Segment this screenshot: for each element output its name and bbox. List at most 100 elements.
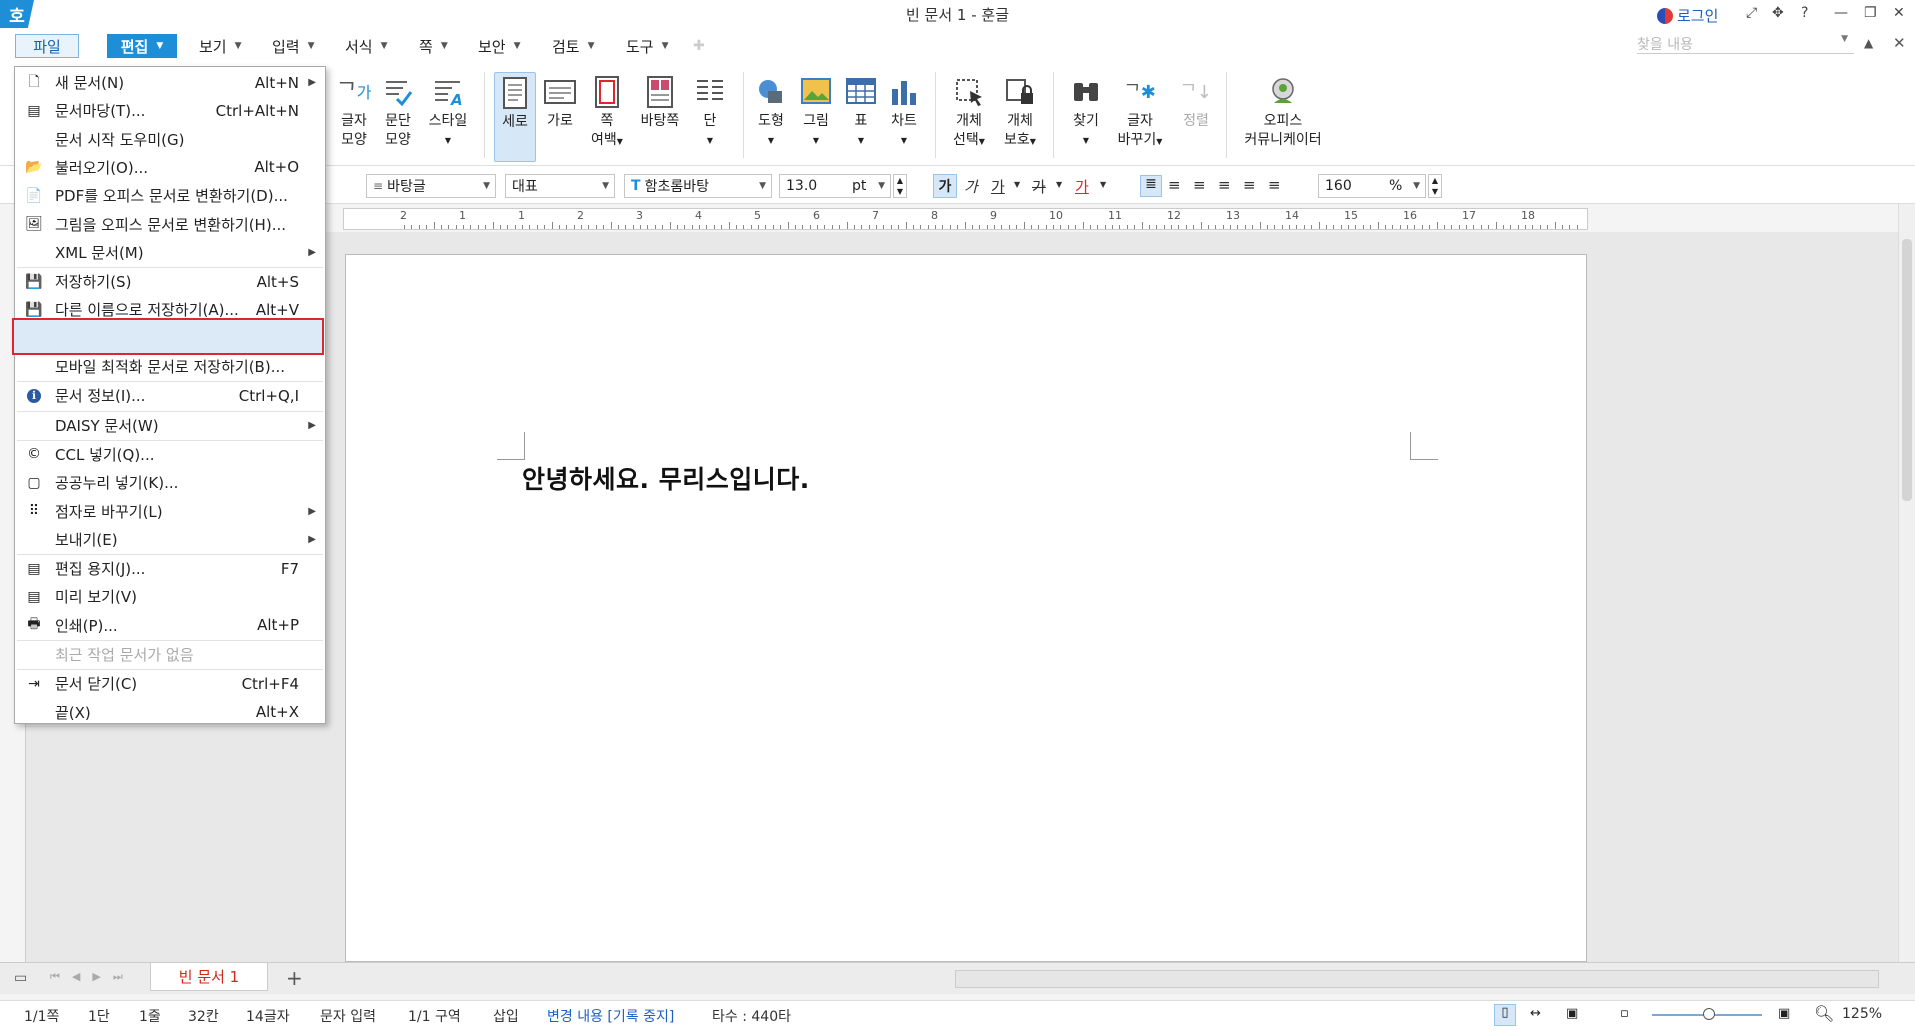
- file-menu-item[interactable]: 모바일 최적화 문서로 저장하기(B)...: [15, 353, 325, 380]
- minimize-icon[interactable]: —: [1834, 5, 1848, 21]
- file-menu-item[interactable]: XML 문서(M) ▶: [15, 239, 325, 266]
- divide-button[interactable]: ≡: [1268, 176, 1281, 194]
- close-icon[interactable]: ✕: [1893, 5, 1905, 21]
- zoom-level[interactable]: 125%: [1842, 1006, 1882, 1022]
- language-select[interactable]: 대표 ▼: [505, 174, 615, 198]
- columns-button[interactable]: 단 ▼: [692, 76, 728, 150]
- file-menu-item[interactable]: 🖼 그림을 오피스 문서로 변환하기(H)...: [15, 211, 325, 238]
- horizontal-ruler[interactable]: 2 1 1 2 3 4 5 6 7 8 9 10 11 12 13 14 15 16 17 18: [343, 208, 1588, 230]
- distribute-button[interactable]: ≡: [1243, 176, 1256, 194]
- file-menu-item[interactable]: ℹ 문서 정보(I)... Ctrl+Q,I: [15, 382, 325, 409]
- menu-insert[interactable]: 입력 ▼: [266, 34, 321, 58]
- style-select[interactable]: ≡ 바탕글 ▼: [366, 174, 496, 198]
- file-menu-item[interactable]: 📄 PDF를 오피스 문서로 변환하기(D)...: [15, 182, 325, 209]
- zoom-slider-thumb[interactable]: [1703, 1008, 1715, 1020]
- tab-document[interactable]: 빈 문서 1: [150, 963, 268, 991]
- file-menu-item[interactable]: ▤ 미리 보기(V): [15, 583, 325, 610]
- file-menu-item[interactable]: 문서 시작 도우미(G): [15, 126, 325, 153]
- font-size-spinner[interactable]: ▲ ▼: [893, 174, 907, 198]
- align-center-button[interactable]: ≡: [1193, 176, 1206, 194]
- file-menu-item[interactable]: ▤ 편집 용지(J)... F7: [15, 555, 325, 582]
- file-menu-item[interactable]: ⠿ 점자로 바꾸기(L) ▶: [15, 498, 325, 525]
- landscape-button[interactable]: 가로: [542, 76, 578, 131]
- menu-tools[interactable]: 도구 ▼: [620, 34, 675, 58]
- underline-dropdown[interactable]: ▼: [1014, 180, 1020, 189]
- menu-view[interactable]: 보기 ▼: [193, 34, 248, 58]
- picture-button[interactable]: 그림 ▼: [798, 76, 834, 150]
- menu-security[interactable]: 보안 ▼: [472, 34, 527, 58]
- char-shape-button[interactable]: ᄀ 가 글자 모양: [336, 76, 372, 150]
- restore-icon[interactable]: ❐: [1864, 5, 1877, 21]
- move-icon[interactable]: ✥: [1772, 5, 1784, 21]
- sort-button[interactable]: ᄀ↓ 정렬: [1178, 76, 1214, 131]
- horizontal-scrollbar[interactable]: [955, 970, 1879, 988]
- help-icon[interactable]: ?: [1801, 5, 1808, 21]
- status-insert[interactable]: 삽입: [493, 1006, 519, 1026]
- close-doc-icon[interactable]: ✕: [1893, 34, 1906, 52]
- menu-file[interactable]: 파일: [15, 34, 79, 58]
- chart-button[interactable]: 차트 ▼: [886, 76, 922, 150]
- search-input[interactable]: 찾을 내용 ▼: [1637, 34, 1854, 54]
- align-left-button[interactable]: ≡: [1168, 176, 1181, 194]
- vertical-scrollbar[interactable]: [1898, 204, 1915, 962]
- file-menu-item[interactable]: ▤ 문서마당(T)... Ctrl+Alt+N: [15, 97, 325, 124]
- status-mode[interactable]: 문자 입력: [320, 1006, 376, 1026]
- line-spacing-input[interactable]: 160% ▼: [1318, 174, 1426, 198]
- menu-format[interactable]: 서식 ▼: [339, 34, 394, 58]
- portrait-button[interactable]: 세로: [494, 72, 536, 162]
- file-menu-item[interactable]: DAISY 문서(W) ▶: [15, 412, 325, 439]
- protect-object-button[interactable]: 개체 보호▼: [999, 76, 1041, 151]
- view-full-icon[interactable]: ▣: [1566, 1006, 1578, 1021]
- select-object-button[interactable]: 개체 선택▼: [948, 76, 990, 151]
- view-page-icon[interactable]: ▯: [1494, 1004, 1516, 1026]
- find-button[interactable]: 찾기 ▼: [1066, 76, 1106, 150]
- strike-dropdown[interactable]: ▼: [1056, 180, 1062, 189]
- strikethrough-button[interactable]: 가: [1032, 176, 1046, 197]
- login-button[interactable]: 로그인: [1657, 5, 1718, 26]
- zoom-out-icon[interactable]: ▫: [1620, 1006, 1629, 1021]
- menu-review[interactable]: 검토 ▼: [546, 34, 601, 58]
- font-size-input[interactable]: 13.0 pt ▼: [779, 174, 891, 198]
- menu-edit[interactable]: 편집 ▼: [107, 34, 177, 58]
- fullscreen-icon[interactable]: ⤢: [1746, 5, 1757, 21]
- replace-button[interactable]: ᄀ ✱ 글자 바꾸기▼: [1116, 76, 1164, 151]
- line-spacing-spinner[interactable]: ▲ ▼: [1428, 174, 1442, 198]
- menu-page[interactable]: 쪽 ▼: [413, 34, 454, 58]
- font-color-dropdown[interactable]: ▼: [1100, 180, 1106, 189]
- para-shape-button[interactable]: 문단 모양: [380, 76, 416, 150]
- file-menu-item[interactable]: ▢ 공공누리 넣기(K)...: [15, 469, 325, 496]
- status-track-changes[interactable]: 변경 내용 [기록 중지]: [547, 1006, 674, 1026]
- zoom-in-icon[interactable]: ▣: [1778, 1006, 1790, 1021]
- file-menu-item[interactable]: 📂 불러오기(O)... Alt+O: [15, 154, 325, 181]
- memo-icon[interactable]: ▭: [14, 970, 27, 986]
- tab-nav-arrows[interactable]: ⏮◀▶⏭: [50, 970, 135, 984]
- ruler-tick: [854, 225, 855, 229]
- scrollbar-thumb[interactable]: [1902, 239, 1912, 501]
- communicator-button[interactable]: 오피스 커뮤니케이터: [1238, 76, 1328, 150]
- zoom-icon[interactable]: 🔍︎: [1814, 1004, 1834, 1023]
- align-right-button[interactable]: ≡: [1218, 176, 1231, 194]
- file-menu-item[interactable]: 🗋 새 문서(N) Alt+N ▶: [15, 69, 325, 96]
- justify-button[interactable]: ≣: [1140, 175, 1162, 197]
- page-margin-button[interactable]: 쪽 여백▼: [586, 76, 628, 151]
- font-select[interactable]: T 함초롬바탕 ▼: [624, 174, 772, 198]
- view-width-icon[interactable]: ↔: [1530, 1006, 1541, 1021]
- document-text[interactable]: 안녕하세요. 무리스입니다.: [522, 460, 810, 496]
- ribbon-collapse-icon[interactable]: ▲: [1864, 36, 1873, 50]
- file-menu-item[interactable]: 🖶 인쇄(P)... Alt+P: [15, 612, 325, 639]
- bold-button[interactable]: 가: [933, 174, 957, 198]
- underline-button[interactable]: 가: [991, 176, 1005, 197]
- table-button[interactable]: 표 ▼: [843, 76, 879, 150]
- file-menu-item[interactable]: 💾 저장하기(S) Alt+S: [15, 268, 325, 295]
- italic-button[interactable]: 가: [964, 176, 978, 197]
- master-page-button[interactable]: 바탕쪽: [637, 76, 683, 131]
- style-button[interactable]: A 스타일 ▼: [425, 76, 471, 150]
- font-color-button[interactable]: 가: [1075, 176, 1089, 197]
- shape-button[interactable]: 도형 ▼: [753, 76, 789, 150]
- document-page[interactable]: [345, 254, 1587, 962]
- file-menu-item[interactable]: 보내기(E) ▶: [15, 526, 325, 553]
- file-menu-item[interactable]: ⇥ 문서 닫기(C) Ctrl+F4: [15, 670, 325, 697]
- file-menu-item[interactable]: 끝(X) Alt+X: [15, 699, 325, 726]
- add-tab-button[interactable]: +: [286, 966, 303, 990]
- file-menu-item[interactable]: © CCL 넣기(Q)...: [15, 441, 325, 468]
